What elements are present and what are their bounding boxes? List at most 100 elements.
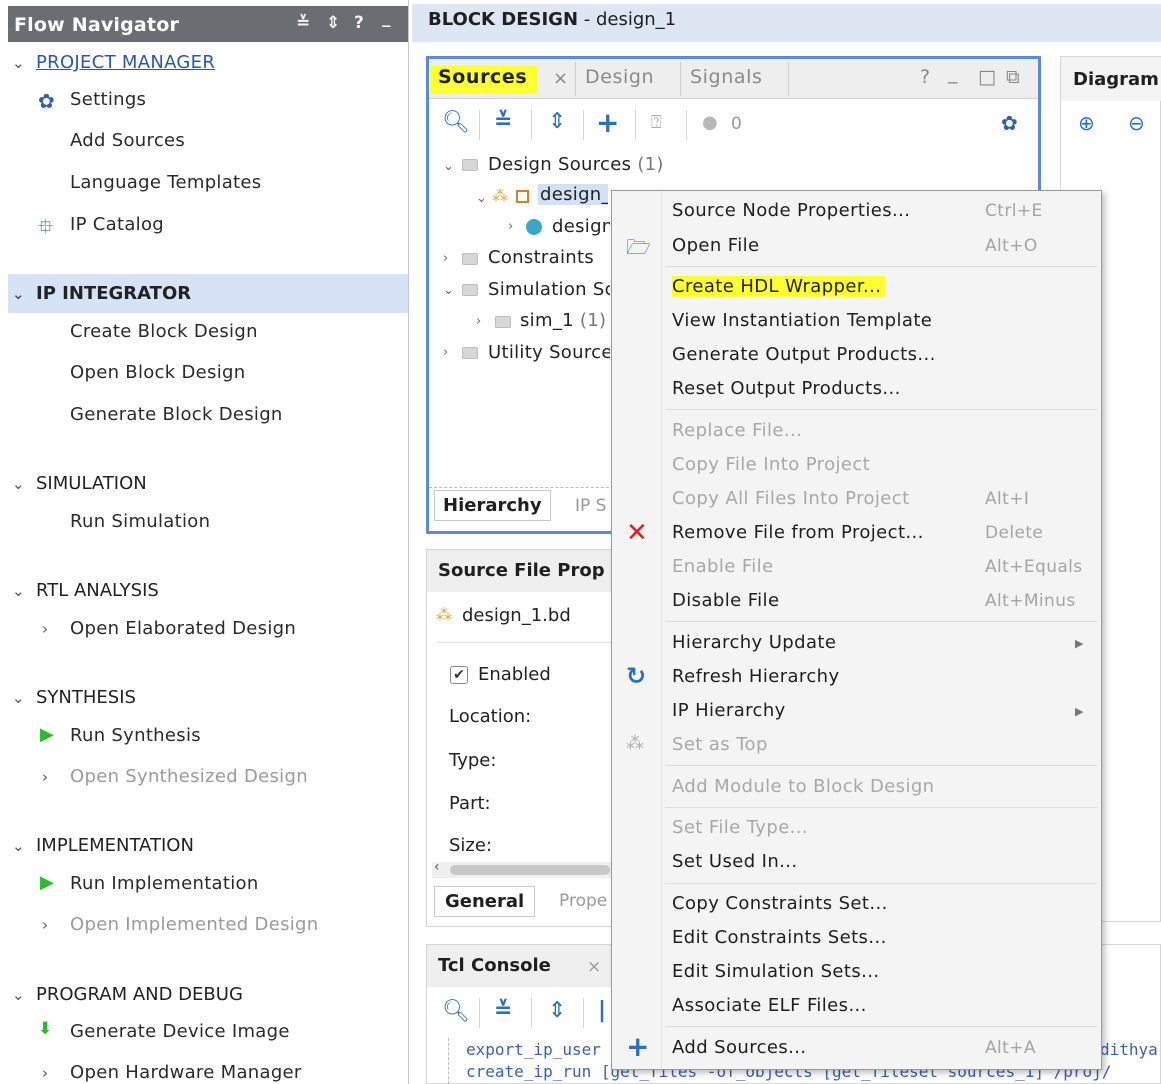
horizontal-scrollbar[interactable]: ‹	[432, 859, 612, 878]
search-icon[interactable]: 🔍︎	[442, 999, 470, 1024]
menu-set-file-type[interactable]: Set File Type...	[672, 817, 808, 838]
chevron-right-icon[interactable]: ›	[508, 219, 513, 234]
nav-run-implementation[interactable]: Run Implementation	[70, 873, 259, 894]
chevron-right-icon[interactable]: ›	[42, 620, 48, 638]
chevron-right-icon[interactable]: ›	[42, 916, 48, 934]
gear-icon[interactable]: ✿	[1001, 111, 1018, 135]
help-icon[interactable]: ?	[354, 13, 364, 33]
tab-design[interactable]: Design	[585, 66, 654, 88]
toolbar-divider	[583, 998, 584, 1028]
menu-edit-simulation-sets[interactable]: Edit Simulation Sets...	[672, 961, 879, 982]
nav-open-block-design[interactable]: Open Block Design	[70, 362, 245, 383]
unknown-file-icon[interactable]: ⍰	[651, 112, 662, 133]
section-program-debug[interactable]: ⌄ PROGRAM AND DEBUG	[12, 984, 243, 1005]
menu-create-hdl-wrapper[interactable]: Create HDL Wrapper...	[672, 276, 886, 297]
section-simulation[interactable]: ⌄ SIMULATION	[12, 473, 147, 494]
menu-ip-hierarchy[interactable]: IP Hierarchy	[672, 700, 786, 721]
expand-all-icon[interactable]: ⇕	[548, 998, 566, 1023]
nav-open-elaborated-design[interactable]: Open Elaborated Design	[70, 618, 296, 639]
tab-hierarchy[interactable]: Hierarchy	[434, 490, 551, 521]
enabled-checkbox[interactable]: ✔	[450, 666, 468, 684]
chevron-right-icon[interactable]: ›	[443, 345, 448, 360]
minimize-icon[interactable]: _	[382, 8, 391, 28]
close-icon[interactable]: ×	[553, 68, 569, 89]
menu-enable-file[interactable]: Enable File	[672, 556, 774, 577]
tree-utility-sources[interactable]: Utility Source	[488, 342, 610, 363]
chevron-down-icon[interactable]: ⌄	[476, 191, 487, 206]
nav-run-synthesis[interactable]: Run Synthesis	[70, 725, 201, 746]
menu-hierarchy-update[interactable]: Hierarchy Update	[672, 632, 836, 653]
zoom-out-icon[interactable]: ⊖	[1128, 111, 1145, 135]
chevron-down-icon: ⌄	[12, 689, 25, 707]
section-rtl-analysis[interactable]: ⌄ RTL ANALYSIS	[12, 580, 159, 601]
nav-open-synthesized-design[interactable]: Open Synthesized Design	[70, 766, 308, 787]
chevron-right-icon[interactable]: ›	[443, 251, 448, 266]
section-implementation[interactable]: ⌄ IMPLEMENTATION	[12, 835, 194, 856]
menu-copy-file-into-project[interactable]: Copy File Into Project	[672, 454, 870, 475]
menu-copy-all-files[interactable]: Copy All Files Into Project	[672, 488, 910, 509]
menu-open-file[interactable]: Open File	[672, 235, 760, 256]
menu-add-module-to-block-design[interactable]: Add Module to Block Design	[672, 776, 935, 797]
menu-generate-output-products[interactable]: Generate Output Products...	[672, 344, 936, 365]
menu-associate-elf-files[interactable]: Associate ELF Files...	[672, 995, 867, 1016]
menu-set-as-top[interactable]: Set as Top	[672, 734, 768, 755]
add-icon[interactable]: +	[596, 106, 619, 139]
search-icon[interactable]: 🔍︎	[442, 110, 470, 135]
nav-open-hardware-manager[interactable]: Open Hardware Manager	[70, 1062, 302, 1083]
menu-remove-file[interactable]: Remove File from Project...	[672, 522, 924, 543]
tree-design-item[interactable]: design_	[538, 184, 608, 205]
tree-design-sources[interactable]: Design Sources (1)	[488, 154, 664, 175]
expand-all-icon[interactable]: ⇕	[326, 13, 340, 33]
chevron-right-icon[interactable]: ›	[476, 314, 481, 329]
nav-generate-block-design[interactable]: Generate Block Design	[70, 404, 283, 425]
tab-general[interactable]: General	[434, 886, 536, 917]
menu-disable-file[interactable]: Disable File	[672, 590, 779, 611]
menu-refresh-hierarchy[interactable]: Refresh Hierarchy	[672, 666, 840, 687]
menu-view-instantiation-template[interactable]: View Instantiation Template	[672, 310, 932, 331]
section-ip-integrator[interactable]: ⌄ IP INTEGRATOR	[12, 283, 191, 304]
menu-edit-constraints-sets[interactable]: Edit Constraints Sets...	[672, 927, 887, 948]
collapse-all-icon[interactable]: ≚	[494, 109, 512, 134]
nav-ip-catalog[interactable]: IP Catalog	[70, 214, 164, 235]
tab-properties[interactable]: Prope	[559, 891, 607, 911]
menu-reset-output-products[interactable]: Reset Output Products...	[672, 378, 901, 399]
menu-source-node-properties[interactable]: Source Node Properties...	[672, 200, 910, 221]
chevron-down-icon[interactable]: ⌄	[443, 159, 454, 174]
tab-sources[interactable]: Sources	[430, 66, 538, 94]
scroll-thumb[interactable]	[450, 865, 610, 875]
chevron-right-icon[interactable]: ›	[42, 1064, 48, 1082]
section-synthesis[interactable]: ⌄ SYNTHESIS	[12, 687, 136, 708]
nav-generate-device-image[interactable]: Generate Device Image	[70, 1021, 290, 1042]
tree-sim-1[interactable]: sim_1 (1)	[520, 310, 606, 331]
nav-run-simulation[interactable]: Run Simulation	[70, 511, 210, 532]
menu-set-used-in[interactable]: Set Used In...	[672, 851, 798, 872]
close-icon[interactable]: ×	[587, 957, 601, 977]
help-icon[interactable]: ?	[920, 66, 931, 88]
collapse-all-icon[interactable]: ≚	[296, 13, 310, 33]
minimize-icon[interactable]: _	[948, 62, 958, 84]
tab-ip-sources[interactable]: IP S	[575, 496, 606, 516]
nav-open-implemented-design[interactable]: Open Implemented Design	[70, 914, 319, 935]
collapse-all-icon[interactable]: ≚	[494, 998, 512, 1023]
chevron-right-icon[interactable]: ›	[42, 768, 48, 786]
tree-design-child[interactable]: design	[552, 216, 610, 237]
tree-constraints[interactable]: Constraints	[488, 247, 594, 268]
console-tool-icon[interactable]: |	[598, 998, 606, 1023]
menu-copy-constraints-set[interactable]: Copy Constraints Set...	[672, 893, 888, 914]
menu-add-sources[interactable]: Add Sources...	[672, 1037, 807, 1058]
chevron-down-icon[interactable]: ⌄	[443, 283, 454, 298]
zoom-in-icon[interactable]: ⊕	[1078, 111, 1095, 135]
scroll-left-icon[interactable]: ‹	[434, 859, 440, 875]
tab-signals[interactable]: Signals	[690, 66, 762, 88]
nav-create-block-design[interactable]: Create Block Design	[70, 321, 258, 342]
tree-simulation-sources[interactable]: Simulation Sc	[488, 279, 610, 300]
nav-settings[interactable]: Settings	[70, 89, 146, 110]
menu-replace-file[interactable]: Replace File...	[672, 420, 802, 441]
expand-all-icon[interactable]: ⇕	[548, 109, 566, 134]
nav-add-sources[interactable]: Add Sources	[70, 130, 185, 151]
maximize-icon[interactable]: □	[978, 66, 997, 88]
section-project-manager[interactable]: ⌄ PROJECT MANAGER	[12, 52, 215, 73]
tab-divider	[680, 62, 681, 96]
float-icon[interactable]: ⧉	[1006, 66, 1020, 88]
nav-language-templates[interactable]: Language Templates	[70, 172, 261, 193]
